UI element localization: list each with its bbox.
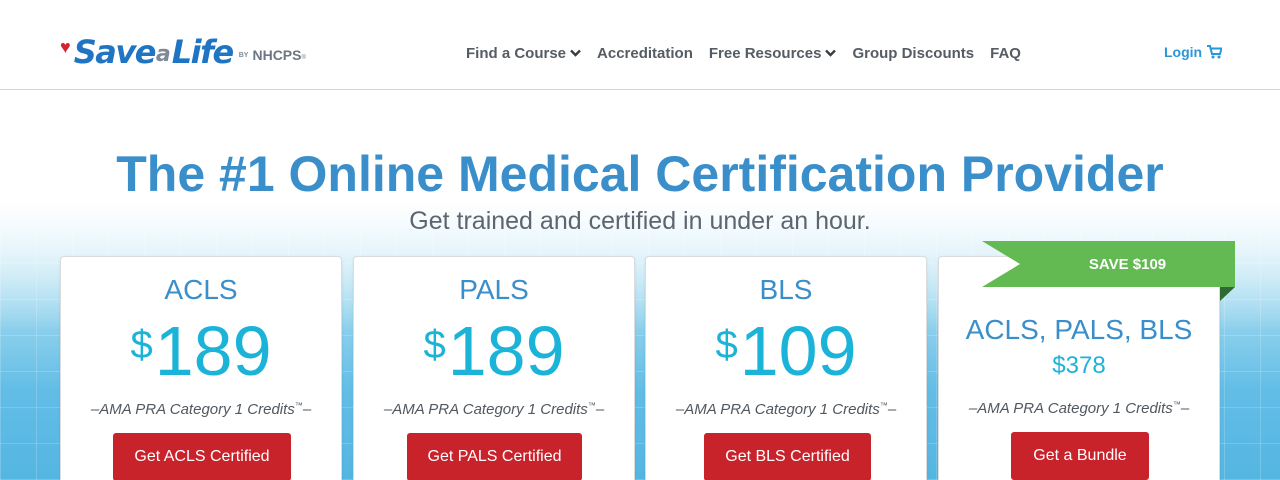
course-card-bls: BLS $109 –AMA PRA Category 1 Credits™– G…	[645, 256, 927, 480]
credits-dash-left: –	[675, 401, 685, 418]
credits-text: AMA PRA Category 1 Credits	[977, 400, 1173, 417]
nav-accreditation-label: Accreditation	[597, 44, 693, 62]
course-price: $189	[61, 315, 341, 407]
credits-text: AMA PRA Category 1 Credits	[392, 401, 588, 418]
nav-group-discounts[interactable]: Group Discounts	[852, 45, 974, 62]
save-a-life-logo[interactable]: ♥ Save a Life BY NHCPS ®	[60, 30, 306, 70]
credits-trademark: ™	[294, 401, 303, 410]
credits-trademark: ™	[587, 401, 596, 410]
logo-trademark: ®	[301, 55, 306, 61]
bundle-price: $378	[1052, 352, 1106, 379]
course-price: $109	[646, 315, 926, 407]
chevron-down-icon	[825, 49, 837, 57]
nav-find-a-course[interactable]: Find a Course	[466, 45, 581, 62]
get-pals-certified-button[interactable]: Get PALS Certified	[407, 433, 582, 480]
credits-dash-right: –	[302, 401, 312, 418]
credits-text: AMA PRA Category 1 Credits	[99, 401, 295, 418]
get-bls-certified-button[interactable]: Get BLS Certified	[704, 433, 871, 480]
bundle-card: ACLS, PALS, BLS $378 –AMA PRA Category 1…	[938, 256, 1220, 480]
course-name: BLS	[759, 274, 813, 305]
course-price: $189	[354, 315, 634, 407]
nav-group-discounts-label: Group Discounts	[852, 44, 975, 62]
bundle-name: ACLS, PALS, BLS	[965, 314, 1193, 345]
currency-symbol: $	[423, 323, 446, 367]
logo-word-save: Save	[73, 33, 157, 71]
hero-title: The #1 Online Medical Certification Prov…	[116, 146, 1164, 202]
get-a-bundle-button[interactable]: Get a Bundle	[1011, 432, 1149, 480]
credits-note: –AMA PRA Category 1 Credits™–	[354, 396, 634, 420]
logo-word-life: Life	[171, 33, 234, 71]
course-name: ACLS	[164, 274, 238, 305]
credits-trademark: ™	[1172, 400, 1181, 409]
price-amount: 189	[447, 312, 565, 390]
nav-faq[interactable]: FAQ	[990, 45, 1021, 62]
login-label: Login	[1164, 44, 1203, 60]
price-amount: 189	[154, 312, 272, 390]
nav-free-resources[interactable]: Free Resources	[709, 45, 837, 62]
currency-symbol: $	[130, 323, 153, 367]
credits-trademark: ™	[879, 401, 888, 410]
course-card-pals: PALS $189 –AMA PRA Category 1 Credits™– …	[353, 256, 635, 480]
login-link[interactable]: Login	[1164, 44, 1223, 60]
credits-dash-right: –	[887, 401, 897, 418]
shopping-cart-icon[interactable]	[1207, 45, 1223, 59]
credits-text: AMA PRA Category 1 Credits	[684, 401, 880, 418]
course-name: PALS	[459, 274, 529, 305]
logo-nhcps: NHCPS	[252, 47, 302, 63]
logo-word-a: a	[155, 42, 171, 67]
credits-dash-right: –	[595, 401, 605, 418]
price-amount: 109	[739, 312, 857, 390]
credits-dash-left: –	[383, 401, 393, 418]
heart-icon: ♥	[60, 37, 71, 57]
credits-dash-right: –	[1180, 400, 1190, 417]
nav-accreditation[interactable]: Accreditation	[597, 45, 693, 62]
credits-dash-left: –	[90, 401, 100, 418]
course-card-acls: ACLS $189 –AMA PRA Category 1 Credits™– …	[60, 256, 342, 480]
chevron-down-icon	[570, 49, 581, 57]
nav-free-resources-label: Free Resources	[708, 44, 822, 62]
hero-subtitle: Get trained and certified in under an ho…	[409, 207, 871, 235]
credits-dash-left: –	[968, 400, 978, 417]
nav-find-a-course-label: Find a Course	[466, 44, 567, 62]
currency-symbol: $	[715, 323, 738, 367]
save-ribbon: SAVE $109	[982, 241, 1235, 287]
get-acls-certified-button[interactable]: Get ACLS Certified	[113, 433, 291, 480]
site-header: ♥ Save a Life BY NHCPS ® Find a Course A…	[0, 0, 1280, 90]
credits-note: –AMA PRA Category 1 Credits™–	[61, 396, 341, 420]
credits-note: –AMA PRA Category 1 Credits™–	[939, 395, 1219, 419]
ribbon-label: SAVE $109	[1088, 255, 1167, 273]
ribbon-fold	[1220, 287, 1235, 301]
nav-faq-label: FAQ	[990, 44, 1021, 62]
credits-note: –AMA PRA Category 1 Credits™–	[646, 396, 926, 420]
logo-by: BY	[238, 52, 249, 59]
